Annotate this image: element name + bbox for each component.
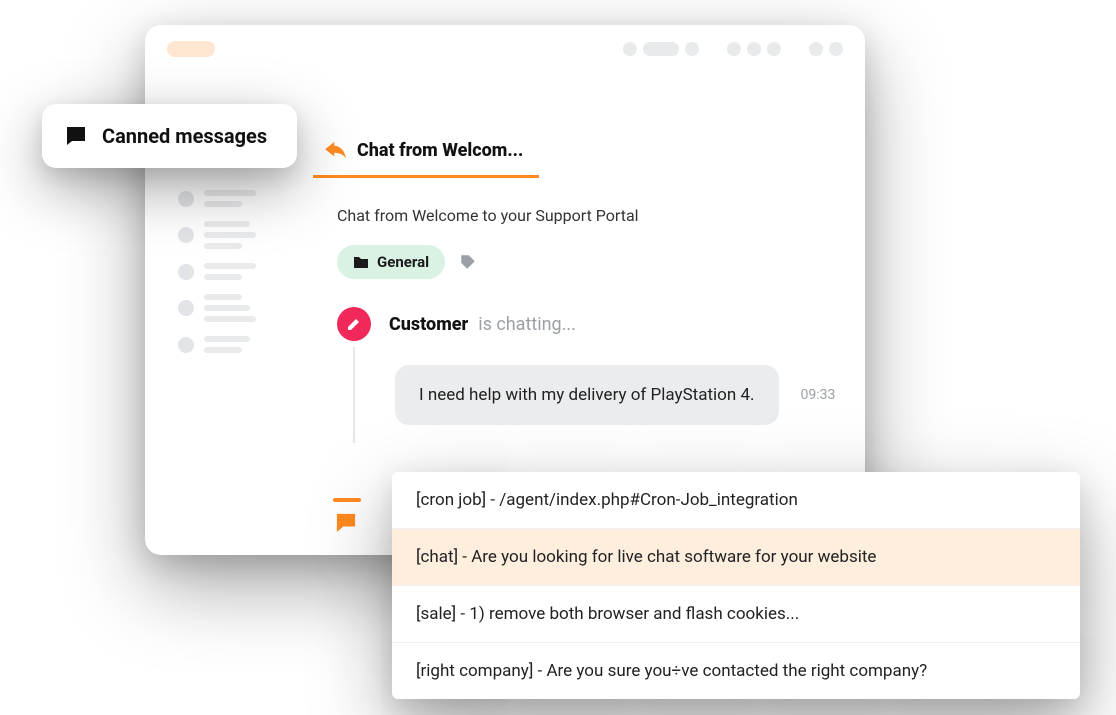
folder-icon — [353, 255, 369, 269]
tab-chat[interactable]: Chat from Welcom... — [313, 126, 539, 178]
sender-name: Customer — [389, 314, 468, 335]
edit-badge[interactable] — [337, 307, 371, 341]
background-window-header — [145, 25, 865, 73]
header-dot — [809, 42, 823, 56]
composer — [313, 498, 361, 550]
canned-messages-button[interactable]: Canned messages — [42, 104, 297, 168]
suggestion-item[interactable]: [right company] - Are you sure you÷ve co… — [392, 643, 1080, 699]
chat-title: Chat from Welcome to your Support Portal — [337, 206, 909, 225]
suggestion-item[interactable]: [cron job] - /agent/index.php#Cron-Job_i… — [392, 472, 1080, 529]
suggestion-item[interactable]: [sale] - 1) remove both browser and flas… — [392, 586, 1080, 643]
pencil-icon — [346, 316, 362, 332]
canned-suggestions-panel: [cron job] - /agent/index.php#Cron-Job_i… — [392, 472, 1080, 699]
sender-status: is chatting... — [478, 314, 576, 335]
logo-placeholder — [167, 41, 215, 57]
chat-body: Chat from Welcome to your Support Portal… — [313, 178, 933, 443]
message-thread: I need help with my delivery of PlayStat… — [353, 347, 909, 443]
header-dot — [747, 42, 761, 56]
suggestion-item[interactable]: [chat] - Are you looking for live chat s… — [392, 529, 1080, 586]
composer-accent-line — [333, 498, 361, 502]
sender-row: Customer is chatting... — [337, 307, 909, 341]
tag-row: General — [337, 245, 909, 279]
header-dot — [623, 42, 637, 56]
header-dot — [727, 42, 741, 56]
reply-icon — [325, 142, 347, 160]
folder-chip-general[interactable]: General — [337, 245, 445, 279]
chat-icon[interactable] — [335, 512, 357, 532]
folder-chip-label: General — [377, 253, 429, 271]
add-tag-button[interactable] — [459, 253, 477, 271]
header-capsule — [643, 42, 679, 56]
tab-label: Chat from Welcom... — [357, 140, 523, 161]
chat-icon — [64, 124, 88, 148]
header-dot — [685, 42, 699, 56]
tab-row: Chat from Welcom... — [313, 120, 933, 178]
canned-messages-label: Canned messages — [102, 124, 267, 148]
header-dot — [767, 42, 781, 56]
message-bubble: I need help with my delivery of PlayStat… — [395, 365, 779, 425]
sidebar-skeleton — [178, 190, 278, 367]
message-time: 09:33 — [801, 387, 836, 403]
header-dot — [829, 42, 843, 56]
